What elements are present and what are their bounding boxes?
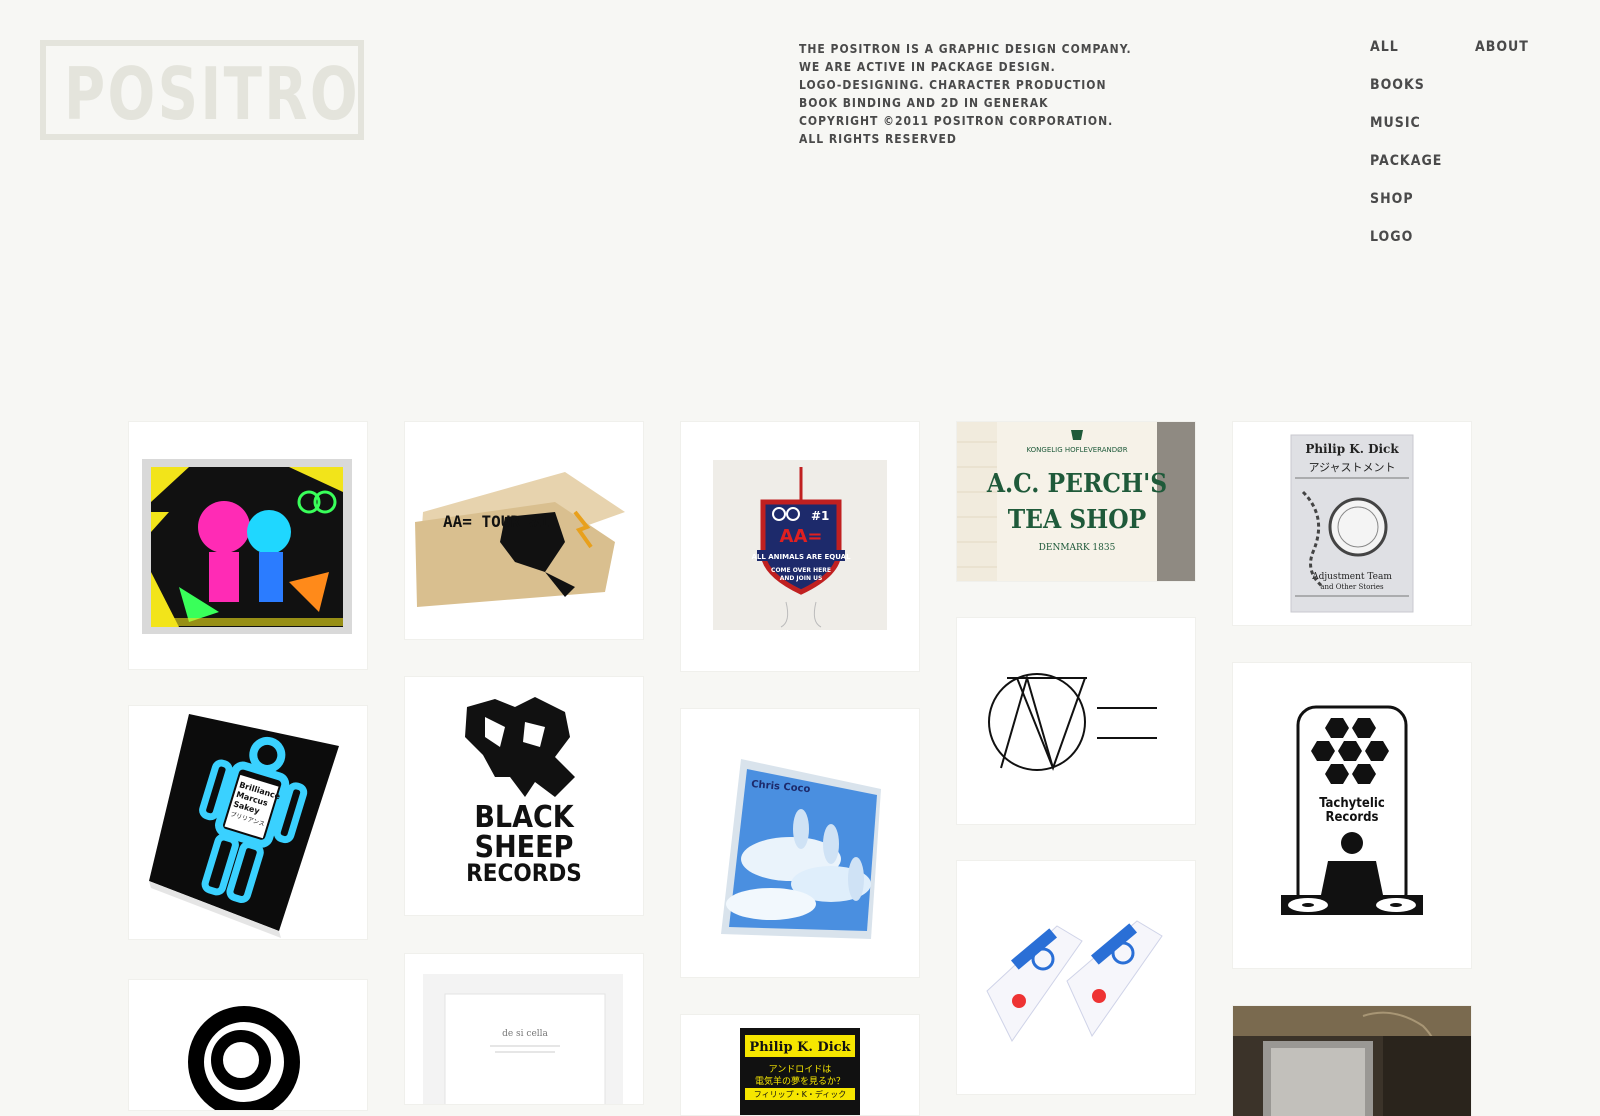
portfolio-item-aae-tour[interactable]: AA= TOUR #1	[405, 422, 643, 639]
positron-logo[interactable]: POSITRON	[40, 40, 364, 140]
about-line: THE POSITRON IS A GRAPHIC DESIGN COMPANY…	[799, 42, 1132, 56]
logo-text: POSITRON	[64, 52, 360, 136]
about-line: WE ARE ACTIVE IN PACKAGE DESIGN.	[799, 60, 1056, 74]
svg-text:#1: #1	[811, 509, 829, 523]
aae-badge-title: AA=	[780, 526, 823, 547]
nav-shop[interactable]: SHOP	[1370, 190, 1442, 228]
circle-logo-image	[188, 1006, 300, 1110]
about-line: BOOK BINDING AND 2D IN GENERAK	[799, 96, 1049, 110]
aae-badge-line2: COME OVER HERE	[771, 567, 831, 574]
nav-music[interactable]: MUSIC	[1370, 114, 1442, 152]
portfolio-item-tea-shop[interactable]: KONGELIG HOFLEVERANDØR A.C. PERCH'S TEA …	[957, 422, 1195, 581]
portfolio-item-medicine-package[interactable]	[957, 861, 1195, 1094]
portfolio-item-pkd-android[interactable]: Philip K. Dick アンドロイドは 電気羊の夢を見るか？ フィリップ・…	[681, 1015, 919, 1115]
pkd-android-image: Philip K. Dick アンドロイドは 電気羊の夢を見るか？ フィリップ・…	[740, 1028, 860, 1115]
pkd-adjustment-en2: and Other Stories	[1320, 583, 1384, 591]
brilliance-book-image: Brilliance Marcus Sakey ブリリアンス	[149, 714, 339, 938]
pkd-android-jp2: 電気羊の夢を見るか？	[755, 1075, 845, 1087]
portfolio-item-brilliance-book[interactable]: Brilliance Marcus Sakey ブリリアンス	[129, 706, 367, 939]
card-text: de si cella	[502, 1029, 548, 1039]
business-card-image: de si cella	[423, 974, 623, 1104]
pkd-adjustment-en1: Adjustment Team	[1311, 572, 1392, 582]
aae-badge-line3: AND JOIN US	[780, 575, 823, 582]
black-sheep-logo: BLACK SHEEP RECORDS	[465, 697, 582, 887]
about-line: ALL RIGHTS RESERVED	[799, 132, 957, 146]
cd-neon-image	[142, 459, 352, 634]
tea-shop-image: KONGELIG HOFLEVERANDØR A.C. PERCH'S TEA …	[957, 422, 1195, 581]
nav-package[interactable]: PACKAGE	[1370, 152, 1442, 190]
portfolio-item-business-card[interactable]: de si cella	[405, 954, 643, 1104]
aae-badge-line1: ALL ANIMALS ARE EQUAL	[751, 553, 851, 561]
medicine-package-image	[986, 920, 1163, 1042]
portfolio-item-chris-coco-cd[interactable]: Chris Coco	[681, 709, 919, 977]
portfolio-item-av-logo[interactable]	[957, 618, 1195, 824]
pkd-adjustment-image: Philip K. Dick アジャストメント Adjustment Team …	[1290, 434, 1414, 613]
aae-badge-image: #1 AA= ALL ANIMALS ARE EQUAL COME OVER H…	[713, 460, 887, 630]
tea-shop-line2: TEA SHOP	[1008, 505, 1147, 535]
tachytelic-line2: Records	[1325, 810, 1378, 825]
tea-shop-line0: KONGELIG HOFLEVERANDØR	[1026, 446, 1127, 454]
nav-all[interactable]: ALL	[1370, 38, 1442, 76]
pkd-adjustment-author: Philip K. Dick	[1305, 442, 1399, 456]
pkd-android-jp3: フィリップ・K・ディック	[754, 1089, 847, 1099]
portfolio-item-circle-logo[interactable]	[129, 980, 367, 1110]
logo-frame: POSITRON	[40, 40, 364, 140]
pkd-adjustment-jp: アジャストメント	[1308, 461, 1395, 474]
nav-logo[interactable]: LOGO	[1370, 228, 1442, 266]
tachytelic-logo: Tachytelic Records	[1281, 705, 1423, 915]
about-line: COPYRIGHT ©2011 POSITRON CORPORATION.	[799, 114, 1114, 128]
portfolio-item-pkd-adjustment[interactable]: Philip K. Dick アジャストメント Adjustment Team …	[1233, 422, 1471, 625]
chris-coco-cd-image: Chris Coco	[721, 759, 881, 939]
portfolio-item-tachytelic-records[interactable]: Tachytelic Records	[1233, 663, 1471, 968]
bsr-records: RECORDS	[466, 859, 582, 887]
pkd-android-jp1: アンドロイドは	[769, 1064, 832, 1075]
nav-books[interactable]: BOOKS	[1370, 76, 1442, 114]
portfolio-item-aae-badge[interactable]: #1 AA= ALL ANIMALS ARE EQUAL COME OVER H…	[681, 422, 919, 671]
tea-shop-line3: DENMARK 1835	[1039, 543, 1116, 553]
tachytelic-line1: Tachytelic	[1319, 796, 1385, 811]
av-logo-image	[988, 673, 1157, 771]
about-line: LOGO-DESIGNING. CHARACTER PRODUCTION	[799, 78, 1107, 92]
portfolio-item-black-sheep-records[interactable]: BLACK SHEEP RECORDS	[405, 677, 643, 915]
aae-tour-label: AA= TOUR #1	[443, 512, 549, 531]
nav-about[interactable]: ABOUT	[1475, 38, 1529, 76]
category-nav: ALL BOOKS MUSIC PACKAGE SHOP LOGO	[1370, 38, 1442, 266]
pkd-android-author: Philip K. Dick	[749, 1040, 851, 1055]
aae-tour-image: AA= TOUR #1	[415, 472, 625, 607]
tea-shop-line1: A.C. PERCH'S	[986, 469, 1167, 499]
portfolio-item-cd-neon[interactable]	[129, 422, 367, 669]
company-description: THE POSITRON IS A GRAPHIC DESIGN COMPANY…	[799, 40, 1132, 148]
